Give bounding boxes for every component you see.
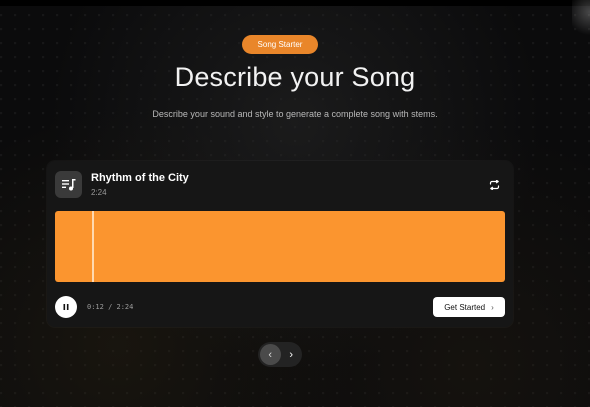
track-duration: 2:24 <box>91 188 107 197</box>
page-subtitle: Describe your sound and style to generat… <box>152 109 438 119</box>
next-button[interactable]: › <box>281 342 302 367</box>
get-started-button[interactable]: Get Started › <box>433 297 505 317</box>
chevron-right-icon: › <box>491 302 494 312</box>
repeat-icon[interactable] <box>485 176 503 194</box>
playhead[interactable] <box>92 211 95 282</box>
edge-glow <box>572 0 590 40</box>
page-title: Describe your Song <box>174 62 416 92</box>
top-bar <box>0 0 590 6</box>
previous-button[interactable]: ‹ <box>260 344 281 365</box>
pause-icon <box>63 304 69 310</box>
time-display: 0:12 / 2:24 <box>87 303 134 311</box>
pause-button[interactable] <box>55 296 77 318</box>
get-started-label: Get Started <box>444 302 486 312</box>
carousel-pager: ‹ › <box>258 342 302 367</box>
song-card: Rhythm of the City 2:24 0:12 / 2:24 Get … <box>47 161 513 327</box>
track-title: Rhythm of the City <box>91 172 189 184</box>
playlist-music-icon <box>55 171 82 198</box>
song-starter-badge: Song Starter <box>242 35 318 54</box>
waveform[interactable] <box>55 211 505 282</box>
